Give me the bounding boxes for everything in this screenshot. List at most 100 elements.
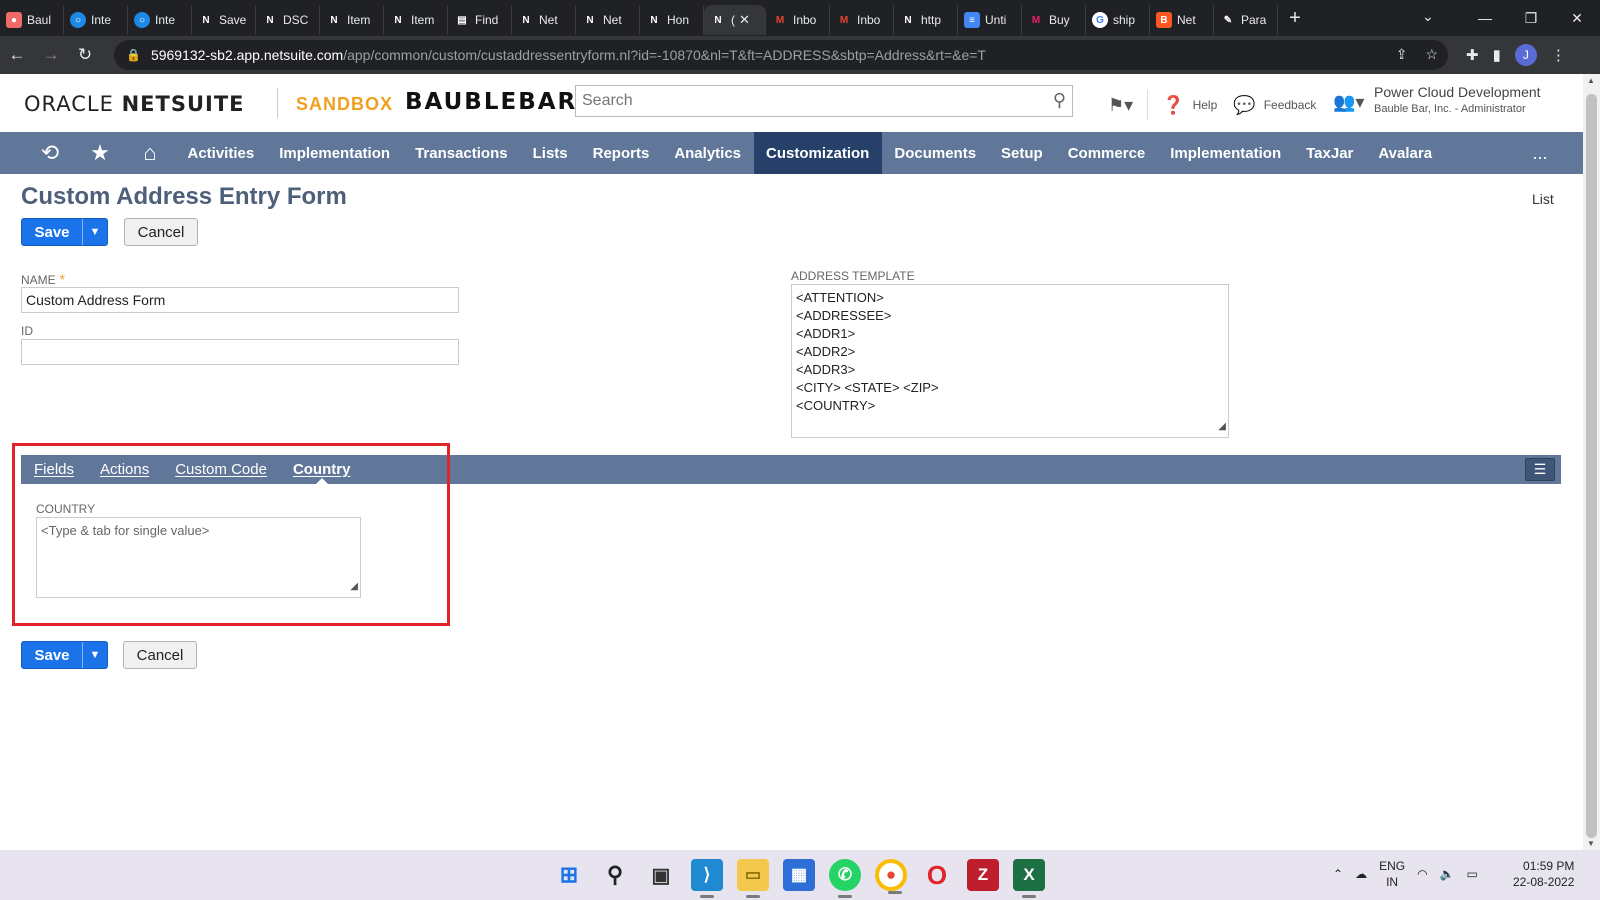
- browser-tab[interactable]: ○ Inte: [64, 5, 128, 35]
- extensions-puzzle-icon[interactable]: ✚: [1466, 46, 1479, 64]
- browser-tab[interactable]: N Net: [576, 5, 640, 35]
- browser-tab[interactable]: B Net: [1150, 5, 1214, 35]
- cancel-button-bottom[interactable]: Cancel: [123, 641, 197, 669]
- url-text[interactable]: 5969132-sb2.app.netsuite.com/app/common/…: [151, 47, 986, 63]
- minimize-icon[interactable]: —: [1462, 0, 1508, 36]
- nav-reports[interactable]: Reports: [580, 132, 662, 174]
- opera-icon[interactable]: O: [921, 859, 953, 891]
- battery-icon[interactable]: ▭: [1467, 867, 1478, 881]
- oracle-netsuite-logo[interactable]: ORACLE NETSUITE: [24, 92, 245, 116]
- browser-tab[interactable]: ● Baul: [0, 5, 64, 35]
- scroll-down-icon[interactable]: ▼: [1587, 839, 1595, 848]
- help-link[interactable]: Help: [1193, 98, 1218, 112]
- vscode-icon[interactable]: ⟩: [691, 859, 723, 898]
- volume-icon[interactable]: 🔈: [1440, 867, 1455, 881]
- lock-icon[interactable]: 🔒: [126, 48, 141, 62]
- help-icon[interactable]: ❓: [1162, 95, 1184, 116]
- nav-taxjar[interactable]: TaxJar: [1294, 132, 1366, 174]
- onedrive-cloud-icon[interactable]: ☁: [1355, 867, 1367, 881]
- new-tab-button[interactable]: +: [1278, 7, 1312, 30]
- browser-tab[interactable]: N DSC: [256, 5, 320, 35]
- filezilla-icon[interactable]: Z: [967, 859, 999, 891]
- wifi-icon[interactable]: ◠: [1417, 867, 1427, 881]
- cancel-button-top[interactable]: Cancel: [124, 218, 198, 246]
- search-icon[interactable]: ⚲: [1053, 90, 1066, 111]
- browser-tab[interactable]: M Inbo: [766, 5, 830, 35]
- tab-search-chevron-icon[interactable]: ⌄: [1422, 8, 1434, 25]
- nav-implementation-2[interactable]: Implementation: [1158, 132, 1294, 174]
- resize-grip-icon[interactable]: ◢: [1218, 418, 1226, 436]
- recent-history-icon[interactable]: ⟲: [25, 140, 75, 166]
- role-switcher-icon[interactable]: 👥▾: [1333, 92, 1364, 113]
- windows-start-icon[interactable]: ⊞: [553, 859, 585, 891]
- home-icon[interactable]: ⌂: [125, 140, 175, 166]
- taskbar-search-icon[interactable]: ⚲: [599, 859, 631, 891]
- scroll-up-icon[interactable]: ▲: [1587, 76, 1595, 85]
- browser-tab[interactable]: N Item: [384, 5, 448, 35]
- recent-records-icon[interactable]: ⚑▾: [1108, 95, 1133, 116]
- browser-tab[interactable]: N Hon: [640, 5, 704, 35]
- chrome-icon[interactable]: ●: [875, 859, 907, 894]
- close-tab-icon[interactable]: ✕: [739, 12, 750, 28]
- save-button-label[interactable]: Save: [22, 219, 82, 245]
- file-explorer-icon[interactable]: ▭: [737, 859, 769, 898]
- browser-tab[interactable]: Gship: [1086, 5, 1150, 35]
- back-arrow-icon[interactable]: ←: [0, 45, 34, 65]
- search-input[interactable]: [576, 86, 1072, 116]
- browser-tab[interactable]: ✎ Para: [1214, 5, 1278, 35]
- side-panel-icon[interactable]: ▮: [1493, 46, 1501, 64]
- share-icon[interactable]: ⇪: [1396, 46, 1408, 63]
- taskbar-clock[interactable]: 01:59 PM 22-08-2022: [1513, 858, 1574, 890]
- nav-setup[interactable]: Setup: [989, 132, 1056, 174]
- nav-more-menu[interactable]: ...: [1533, 143, 1548, 164]
- save-button-bottom[interactable]: Save ▼: [21, 641, 108, 669]
- nav-transactions[interactable]: Transactions: [403, 132, 521, 174]
- browser-tab[interactable]: N Net: [512, 5, 576, 35]
- language-indicator[interactable]: ENG IN: [1379, 858, 1405, 890]
- scrollbar-thumb[interactable]: [1586, 94, 1597, 838]
- save-button-top[interactable]: Save ▼: [21, 218, 108, 246]
- id-field[interactable]: [21, 339, 459, 365]
- tray-chevron-icon[interactable]: ⌃: [1333, 867, 1343, 881]
- page-scrollbar[interactable]: ▲ ▼: [1583, 74, 1600, 850]
- whatsapp-icon[interactable]: ✆: [829, 859, 861, 898]
- name-field[interactable]: Custom Address Form: [21, 287, 459, 313]
- nav-activities[interactable]: Activities: [175, 132, 267, 174]
- feedback-icon[interactable]: 💬: [1233, 95, 1255, 116]
- browser-tab[interactable]: Nhttp: [894, 5, 958, 35]
- task-view-icon[interactable]: ▣: [645, 859, 677, 891]
- close-window-icon[interactable]: ✕: [1554, 0, 1600, 36]
- browser-menu-icon[interactable]: ⋮: [1551, 46, 1566, 64]
- save-dropdown-icon[interactable]: ▼: [82, 642, 107, 668]
- address-template-textarea[interactable]: <ATTENTION> <ADDRESSEE> <ADDR1> <ADDR2> …: [791, 284, 1229, 438]
- browser-tab[interactable]: M Inbo: [830, 5, 894, 35]
- browser-tab[interactable]: N Save: [192, 5, 256, 35]
- nav-implementation[interactable]: Implementation: [267, 132, 403, 174]
- favorites-star-icon[interactable]: ★: [75, 140, 125, 166]
- browser-tab[interactable]: ▤ Find: [448, 5, 512, 35]
- nav-analytics[interactable]: Analytics: [662, 132, 754, 174]
- feedback-link[interactable]: Feedback: [1264, 98, 1317, 112]
- browser-tab[interactable]: ≡ Unti: [958, 5, 1022, 35]
- nav-customization[interactable]: Customization: [753, 132, 882, 174]
- store-icon[interactable]: ▦: [783, 859, 815, 891]
- restore-icon[interactable]: ❐: [1508, 0, 1554, 36]
- profile-avatar[interactable]: J: [1514, 44, 1537, 66]
- bookmark-star-icon[interactable]: ☆: [1425, 46, 1438, 63]
- browser-tab[interactable]: ○ Inte: [128, 5, 192, 35]
- nav-documents[interactable]: Documents: [882, 132, 989, 174]
- browser-tab-active[interactable]: N(✕: [704, 5, 766, 35]
- nav-avalara[interactable]: Avalara: [1366, 132, 1445, 174]
- save-button-label[interactable]: Save: [22, 642, 82, 668]
- subtab-view-toggle-icon[interactable]: ☰: [1525, 458, 1555, 481]
- browser-tab[interactable]: M Buy: [1022, 5, 1086, 35]
- excel-icon[interactable]: X: [1013, 859, 1045, 898]
- forward-arrow-icon[interactable]: →: [34, 45, 68, 65]
- list-link[interactable]: List: [1532, 191, 1554, 207]
- url-omnibox[interactable]: 🔒 5969132-sb2.app.netsuite.com/app/commo…: [114, 40, 1448, 70]
- browser-tab[interactable]: N Item: [320, 5, 384, 35]
- nav-lists[interactable]: Lists: [520, 132, 580, 174]
- account-info[interactable]: Power Cloud Development Bauble Bar, Inc.…: [1374, 84, 1541, 118]
- nav-commerce[interactable]: Commerce: [1055, 132, 1158, 174]
- save-dropdown-icon[interactable]: ▼: [82, 219, 107, 245]
